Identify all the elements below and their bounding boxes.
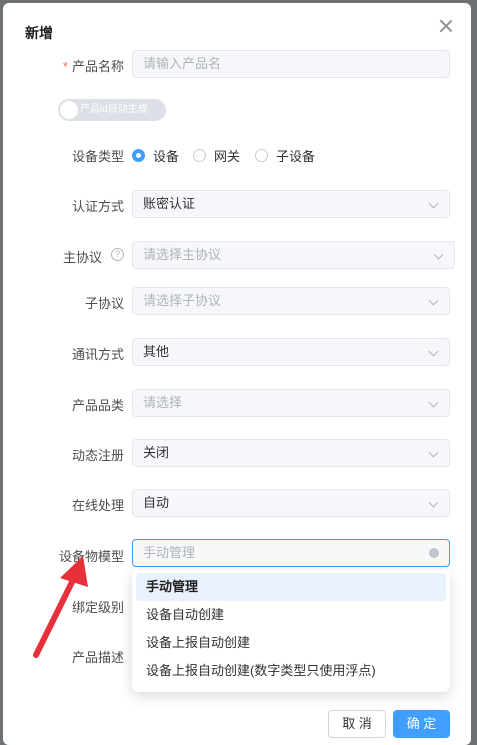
device-model-select[interactable]: 手动管理	[132, 539, 450, 567]
radio-device[interactable]: 设备	[132, 146, 179, 165]
chevron-down-icon	[428, 397, 439, 408]
required-mark: *	[62, 59, 68, 74]
close-icon[interactable]	[437, 17, 455, 35]
comm-method-label: 通讯方式	[71, 347, 124, 362]
help-icon[interactable]: ?	[111, 248, 124, 261]
main-protocol-label: 主协议	[62, 250, 102, 265]
auto-id-switch[interactable]: 产品id自动生成	[58, 99, 166, 121]
radio-dot	[132, 149, 145, 162]
clear-icon[interactable]	[429, 548, 439, 558]
main-protocol-select[interactable]: 请选择主协议	[132, 241, 455, 269]
radio-gateway[interactable]: 网关	[193, 146, 240, 165]
product-desc-label: 产品描述	[71, 650, 124, 665]
bind-level-label: 绑定级别	[71, 600, 124, 615]
auto-id-switch-label: 产品id自动生成	[80, 104, 148, 115]
auth-method-select[interactable]: 账密认证	[132, 190, 450, 218]
dropdown-option[interactable]: 设备自动创建	[136, 601, 446, 629]
radio-dot	[255, 149, 268, 162]
chevron-down-icon	[428, 295, 439, 306]
chevron-down-icon	[428, 346, 439, 357]
chevron-down-icon	[428, 497, 439, 508]
sub-protocol-label: 子协议	[84, 296, 124, 311]
radio-dot	[193, 149, 206, 162]
dropdown-option[interactable]: 设备上报自动创建(数字类型只使用浮点)	[136, 657, 446, 685]
product-name-label: * 产品名称	[62, 59, 124, 74]
radio-sub-device[interactable]: 子设备	[255, 146, 315, 165]
sub-protocol-select[interactable]: 请选择子协议	[132, 287, 450, 315]
category-select[interactable]: 请选择	[132, 389, 450, 417]
comm-method-select[interactable]: 其他	[132, 338, 450, 366]
product-name-input[interactable]: 请输入产品名	[132, 50, 450, 78]
online-handling-select[interactable]: 自动	[132, 489, 450, 517]
device-model-dropdown: 手动管理 设备自动创建 设备上报自动创建 设备上报自动创建(数字类型只使用浮点)	[132, 570, 450, 692]
chevron-down-icon	[433, 249, 444, 260]
chevron-down-icon	[428, 198, 439, 209]
dialog-title: 新增	[25, 25, 53, 41]
switch-knob	[60, 101, 78, 119]
auth-method-label: 认证方式	[71, 199, 124, 214]
online-handling-label: 在线处理	[71, 498, 124, 513]
device-type-label: 设备类型	[71, 149, 124, 164]
confirm-button[interactable]: 确 定	[393, 710, 450, 738]
cancel-button[interactable]: 取 消	[328, 710, 386, 738]
dynamic-register-label: 动态注册	[71, 448, 124, 463]
chevron-down-icon	[428, 447, 439, 458]
dynamic-register-select[interactable]: 关闭	[132, 439, 450, 467]
dropdown-option[interactable]: 设备上报自动创建	[136, 629, 446, 657]
dropdown-option[interactable]: 手动管理	[136, 573, 446, 601]
device-model-label: 设备物模型	[58, 549, 124, 564]
category-label: 产品品类	[71, 398, 124, 413]
